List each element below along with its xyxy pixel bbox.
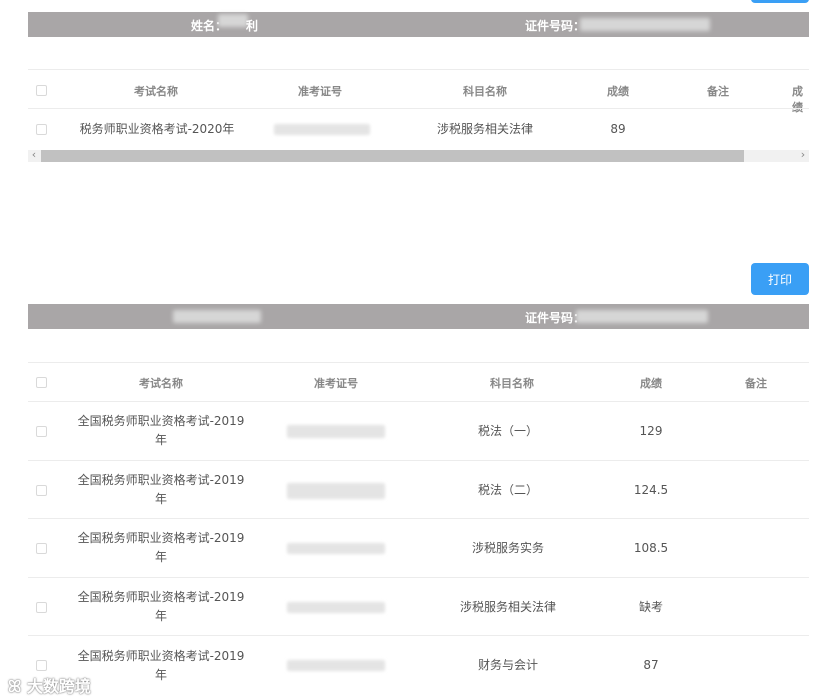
col-header-note: 备注 bbox=[707, 85, 729, 98]
row-exam-name: 全国税务师职业资格考试-2019 年 bbox=[77, 649, 245, 682]
row-score: 87 bbox=[643, 658, 659, 672]
divider bbox=[28, 108, 809, 109]
row-exam-name: 全国税务师职业资格考试-2019 年 bbox=[77, 414, 245, 447]
row-checkbox[interactable] bbox=[36, 426, 47, 437]
row-ticket-number bbox=[286, 656, 386, 675]
row-checkbox[interactable] bbox=[36, 124, 47, 135]
row-score: 129 bbox=[639, 424, 663, 438]
divider bbox=[28, 577, 809, 578]
col-header-score: 成绩 bbox=[607, 85, 629, 98]
col-header-ticket: 准考证号 bbox=[314, 377, 358, 390]
watermark-logo: ꕤ 大数跨境 bbox=[8, 673, 91, 697]
select-all-checkbox[interactable] bbox=[36, 85, 47, 96]
col-header-exam: 考试名称 bbox=[139, 377, 183, 390]
row-checkbox[interactable] bbox=[36, 485, 47, 496]
row-ticket-number bbox=[286, 481, 386, 500]
divider bbox=[28, 518, 809, 519]
row-ticket-number bbox=[286, 539, 386, 558]
divider bbox=[28, 635, 809, 636]
row-checkbox[interactable] bbox=[36, 602, 47, 613]
select-all-checkbox[interactable] bbox=[36, 377, 47, 388]
col-header-exam: 考试名称 bbox=[134, 85, 178, 98]
scroll-left-icon[interactable]: ‹ bbox=[28, 148, 40, 161]
row-exam-name: 全国税务师职业资格考试-2019 年 bbox=[77, 590, 245, 623]
col-header-subject: 科目名称 bbox=[463, 85, 507, 98]
row-subject: 涉税服务相关法律 bbox=[459, 600, 556, 614]
divider bbox=[28, 362, 809, 363]
record1-name-mask bbox=[218, 14, 248, 27]
top-action-button[interactable] bbox=[751, 0, 809, 3]
row-score: 108.5 bbox=[633, 541, 669, 555]
col-header-score-extra: 成绩 bbox=[792, 85, 803, 114]
row-score: 124.5 bbox=[633, 483, 669, 497]
record2-id-mask bbox=[576, 310, 708, 323]
scroll-right-icon[interactable]: › bbox=[797, 148, 809, 161]
record1-name-tail: 利 bbox=[246, 19, 259, 33]
row-score: 89 bbox=[610, 122, 626, 136]
row-ticket-number bbox=[272, 120, 372, 139]
record1-id-label: 证件号码： bbox=[525, 19, 586, 33]
col-header-note: 备注 bbox=[745, 377, 767, 390]
record1-id-mask bbox=[580, 18, 710, 31]
row-checkbox[interactable] bbox=[36, 543, 47, 554]
record2-name-mask bbox=[173, 310, 261, 323]
row-exam-name: 全国税务师职业资格考试-2019 年 bbox=[77, 531, 245, 564]
scrollbar-thumb[interactable] bbox=[41, 150, 744, 162]
row-score: 缺考 bbox=[638, 600, 663, 614]
row-exam-name: 全国税务师职业资格考试-2019 年 bbox=[77, 473, 245, 506]
row-subject: 涉税服务实务 bbox=[471, 541, 544, 555]
col-header-score: 成绩 bbox=[640, 377, 662, 390]
watermark-text: 大数跨境 bbox=[26, 677, 91, 696]
row-checkbox[interactable] bbox=[36, 660, 47, 671]
col-header-subject: 科目名称 bbox=[490, 377, 534, 390]
row-ticket-number bbox=[286, 422, 386, 441]
row-subject: 税法（二） bbox=[477, 483, 538, 497]
row-subject: 涉税服务相关法律 bbox=[436, 122, 533, 136]
divider bbox=[28, 401, 809, 402]
divider bbox=[28, 69, 809, 70]
divider bbox=[28, 460, 809, 461]
col-header-ticket: 准考证号 bbox=[298, 85, 342, 98]
record1-info-bar: 姓名： 利 证件号码： bbox=[28, 12, 809, 37]
row-subject: 税法（一） bbox=[477, 424, 538, 438]
horizontal-scrollbar[interactable]: ‹ › bbox=[28, 148, 809, 162]
row-ticket-number bbox=[286, 598, 386, 617]
record2-info-bar: 证件号码： bbox=[28, 304, 809, 329]
row-exam-name: 税务师职业资格考试-2020年 bbox=[79, 122, 235, 136]
row-subject: 财务与会计 bbox=[477, 658, 538, 672]
watermark-icon: ꕤ bbox=[8, 677, 22, 696]
print-button[interactable]: 打印 bbox=[751, 263, 809, 295]
